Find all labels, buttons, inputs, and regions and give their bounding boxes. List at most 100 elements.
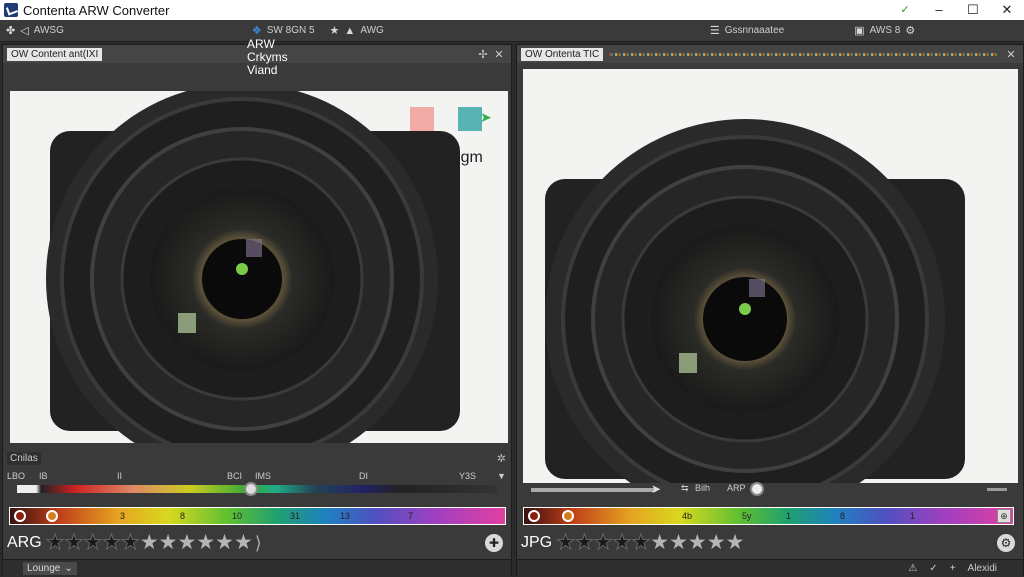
jpg-status-items: ⚠ ✓ + Alexidi bbox=[908, 563, 1023, 574]
section-gear-icon[interactable]: ✲ bbox=[497, 452, 506, 465]
color-spectrum-bar[interactable]: 4b 5y 1 8 1 ⊕ bbox=[523, 507, 1014, 525]
tool-label-a: Bilh bbox=[695, 483, 711, 493]
arw-bottom-bar: Lounge ⌄ bbox=[3, 559, 511, 577]
rating-star[interactable]: ★ bbox=[140, 531, 159, 554]
rating-star[interactable]: ★ bbox=[196, 531, 215, 554]
spectrum-stop-1[interactable] bbox=[14, 510, 26, 522]
add-button[interactable]: ✚ bbox=[485, 534, 503, 552]
histogram-thumb[interactable] bbox=[244, 482, 258, 496]
apply-arrow-icon[interactable]: ➤ bbox=[480, 109, 492, 126]
check-icon[interactable]: ✓ bbox=[888, 0, 922, 20]
rating-star[interactable]: ★ bbox=[688, 531, 707, 554]
toolbar-right-label[interactable]: Gssnnaaatee bbox=[725, 25, 785, 36]
jpg-image-viewer[interactable] bbox=[523, 69, 1018, 483]
toolbar-far-right-label[interactable]: AWS 8 bbox=[870, 25, 901, 36]
tool-label-b: ARP bbox=[727, 483, 746, 493]
lens-image-icon bbox=[46, 91, 460, 443]
spectrum-stop-1[interactable] bbox=[528, 510, 540, 522]
arw-panel: OW Content ant(IXI ✢ ✕ ➤ Sogm Cnilas ✲ L… bbox=[2, 44, 512, 577]
rating-star[interactable]: ★ bbox=[234, 531, 253, 554]
rating-star[interactable]: ★ bbox=[45, 531, 65, 554]
scale-d: BCI bbox=[227, 471, 243, 481]
rating-star[interactable]: ★ bbox=[631, 531, 651, 554]
view-dropdown[interactable]: Lounge ⌄ bbox=[23, 562, 77, 575]
grid-icon[interactable]: ▣ bbox=[854, 24, 864, 37]
jpg-slider-thumb[interactable] bbox=[750, 482, 764, 496]
scale-end: Y3S bbox=[459, 471, 477, 481]
color-swatch-pink[interactable] bbox=[410, 107, 434, 131]
rating-star[interactable]: ★ bbox=[215, 531, 234, 554]
rating-star[interactable]: ★ bbox=[83, 531, 103, 554]
panel-close-icon[interactable]: ✕ bbox=[1003, 48, 1019, 61]
color-spectrum-bar[interactable]: 3 8 10 31 13 7 bbox=[9, 507, 506, 525]
rating-star[interactable]: ★ bbox=[159, 531, 178, 554]
gear-icon[interactable]: ⚙ bbox=[905, 24, 915, 37]
preset-line-3: Viand bbox=[247, 63, 278, 77]
jpg-tool-row: ➤ ⇆ Bilh ARP bbox=[531, 482, 1011, 497]
arw-panel-tab[interactable]: OW Content ant(IXI bbox=[7, 47, 103, 61]
title-bar: Contenta ARW Converter ✓ – ☐ ✕ bbox=[0, 0, 1024, 20]
scale-c: II bbox=[117, 471, 123, 481]
jpg-panel-tab[interactable]: OW Ontenta TIC bbox=[521, 47, 604, 61]
pointer-icon[interactable]: ◁ bbox=[20, 24, 28, 37]
panel-close-icon[interactable]: ✕ bbox=[491, 48, 507, 61]
list-icon[interactable]: ☰ bbox=[710, 24, 720, 37]
spectrum-end-button[interactable]: ⊕ bbox=[997, 509, 1011, 523]
chevron-down-icon: ⌄ bbox=[64, 563, 73, 574]
rating-star[interactable]: ★ bbox=[102, 531, 122, 554]
toolbar-left-label[interactable]: AWSG bbox=[34, 25, 64, 36]
lens-image-icon bbox=[545, 119, 965, 483]
jpg-slider-track[interactable] bbox=[531, 488, 656, 492]
rating-star[interactable]: ★ bbox=[726, 531, 745, 554]
spectrum-num: 8 bbox=[840, 511, 846, 521]
toolbar-left: ✤ ◁ AWSG bbox=[6, 24, 64, 37]
toolbar-center-label[interactable]: SW 8GN 5 bbox=[267, 25, 315, 36]
gear-button[interactable]: ⚙ bbox=[997, 534, 1015, 552]
rating-star[interactable]: ★ bbox=[556, 531, 576, 554]
star-tool-icon[interactable]: ★ bbox=[330, 24, 340, 37]
check-icon[interactable]: ✓ bbox=[929, 563, 937, 574]
rating-star[interactable]: ★ bbox=[669, 531, 688, 554]
dash-icon[interactable] bbox=[987, 488, 1007, 491]
rating-star[interactable]: ★ bbox=[177, 531, 196, 554]
maximize-button[interactable]: ☐ bbox=[956, 0, 990, 20]
bracket-icon: ⟩ bbox=[254, 532, 262, 553]
arrows-icon[interactable]: ⇆ bbox=[681, 483, 689, 494]
rating-star[interactable]: ★ bbox=[574, 531, 594, 554]
panel-ruler bbox=[609, 52, 997, 56]
spectrum-num: 5y bbox=[742, 511, 752, 521]
rating-star[interactable]: ★ bbox=[612, 531, 632, 554]
star-rating[interactable]: ★★★★★★★★★★ bbox=[556, 531, 745, 554]
jpg-panel-header: OW Ontenta TIC ✕ bbox=[517, 45, 1023, 63]
toolbar-far-right: ▣ AWS 8 ⚙ bbox=[854, 24, 915, 37]
spectrum-stop-2[interactable] bbox=[46, 510, 58, 522]
spectrum-num: 8 bbox=[180, 511, 186, 521]
toolbar-center: ❖ SW 8GN 5 ★ ▲ AWG bbox=[252, 24, 384, 38]
rating-star[interactable]: ★ bbox=[593, 531, 613, 554]
rating-star[interactable]: ★ bbox=[120, 531, 140, 554]
tag-icon[interactable]: ▲ bbox=[344, 25, 355, 37]
rating-star[interactable]: ★ bbox=[64, 531, 84, 554]
warning-icon[interactable]: ⚠ bbox=[908, 563, 917, 574]
spectrum-stop-2[interactable] bbox=[562, 510, 574, 522]
app-logo-icon bbox=[4, 3, 18, 17]
window-title: Contenta ARW Converter bbox=[23, 2, 170, 18]
arw-image-viewer[interactable]: ➤ Sogm bbox=[10, 91, 508, 443]
toolbar-center-label2[interactable]: AWG bbox=[360, 25, 384, 36]
sync-icon[interactable]: ❖ bbox=[252, 24, 262, 37]
window-controls: ✓ – ☐ ✕ bbox=[888, 0, 1024, 20]
scale-dropdown-icon[interactable]: ▼ bbox=[497, 471, 506, 481]
settings-icon[interactable]: ✤ bbox=[6, 24, 15, 37]
pin-icon[interactable]: ✢ bbox=[475, 48, 491, 61]
color-swatch-teal[interactable] bbox=[458, 107, 482, 131]
plus-icon[interactable]: + bbox=[950, 563, 956, 574]
rating-star[interactable]: ★ bbox=[650, 531, 669, 554]
close-button[interactable]: ✕ bbox=[990, 0, 1024, 20]
jpg-rating: JPG ★★★★★★★★★★ bbox=[521, 531, 744, 555]
star-rating[interactable]: ★★★★★★★★★★★ bbox=[45, 531, 253, 554]
minimize-button[interactable]: – bbox=[922, 0, 956, 20]
rating-star[interactable]: ★ bbox=[707, 531, 726, 554]
scale-f: DI bbox=[359, 471, 368, 481]
spectrum-num: 31 bbox=[290, 511, 301, 521]
play-arrow-icon[interactable]: ➤ bbox=[651, 482, 661, 496]
